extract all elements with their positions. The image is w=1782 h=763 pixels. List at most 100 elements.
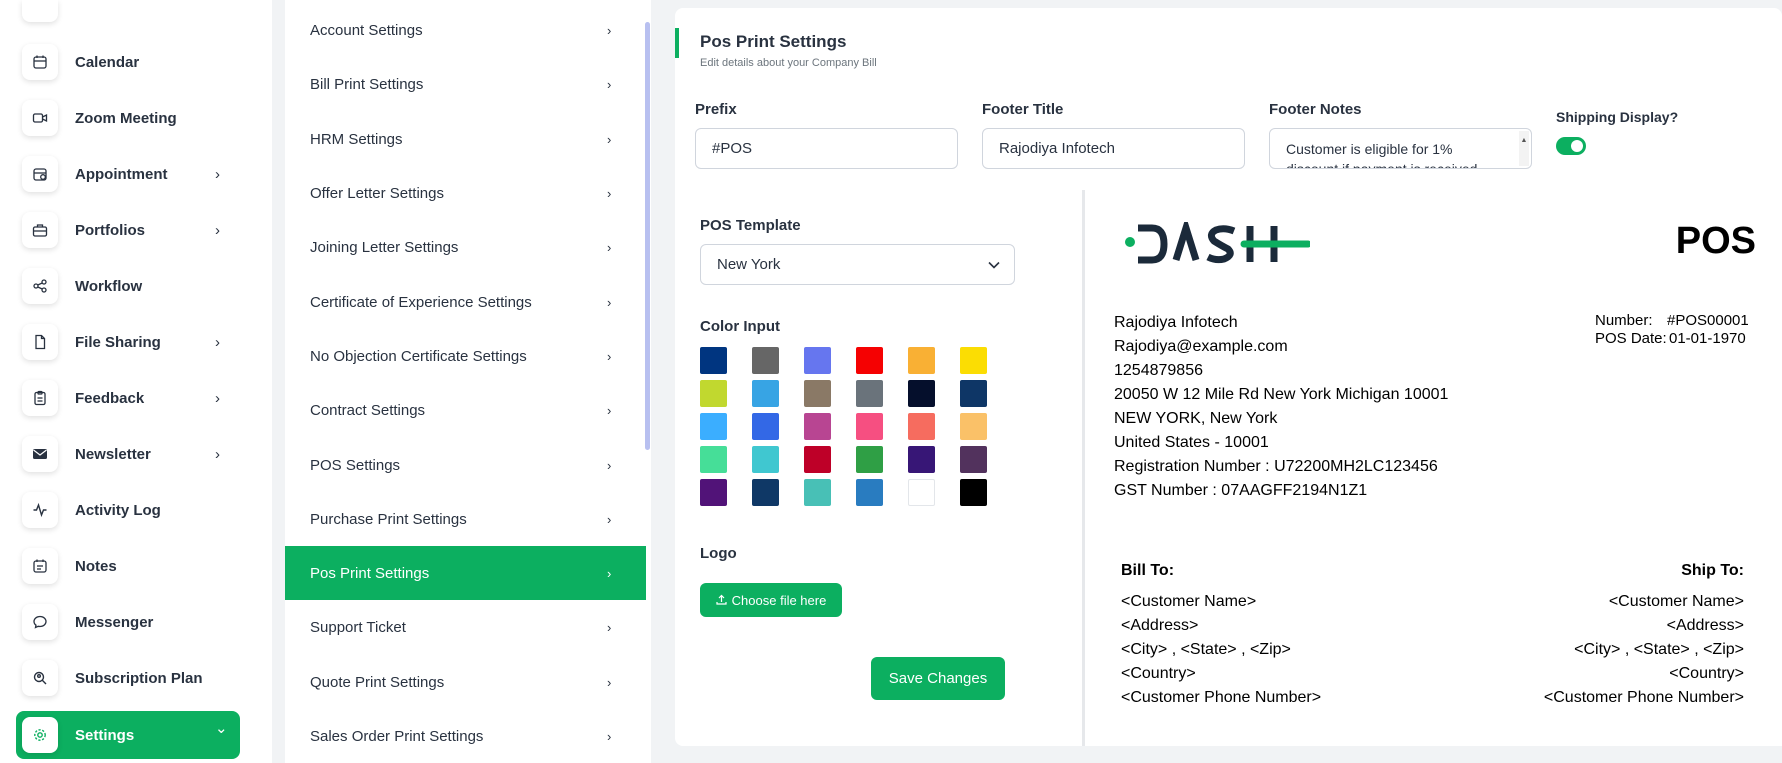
prefix-input[interactable]: #POS xyxy=(695,128,958,169)
color-swatch[interactable] xyxy=(856,413,883,440)
menu-item-pos-settings[interactable]: POS Settings › xyxy=(285,438,646,492)
color-swatch[interactable] xyxy=(700,446,727,473)
menu-item-contract-settings[interactable]: Contract Settings › xyxy=(285,383,646,437)
menu-item-label: Offer Letter Settings xyxy=(310,184,444,202)
prefix-label: Prefix xyxy=(695,101,737,118)
sidebar-item-partial[interactable] xyxy=(22,0,58,22)
color-swatch[interactable] xyxy=(856,347,883,374)
color-swatch[interactable] xyxy=(804,380,831,407)
chevron-right-icon: › xyxy=(215,445,220,463)
color-swatch[interactable] xyxy=(856,446,883,473)
menu-scrollbar[interactable] xyxy=(645,22,650,450)
chevron-right-icon: › xyxy=(607,348,612,364)
sidebar-item-portfolios[interactable]: Portfolios › xyxy=(16,206,240,254)
menu-item-label: Sales Order Print Settings xyxy=(310,727,484,745)
color-swatch[interactable] xyxy=(908,413,935,440)
footer-title-input[interactable]: Rajodiya Infotech xyxy=(982,128,1245,169)
menu-item-label: Certificate of Experience Settings xyxy=(310,293,532,311)
chevron-right-icon: › xyxy=(607,76,612,92)
menu-item-purchase-print-settings[interactable]: Purchase Print Settings › xyxy=(285,492,646,546)
color-swatch[interactable] xyxy=(752,446,779,473)
sidebar-item-feedback[interactable]: Feedback › xyxy=(16,374,240,422)
company-name: Rajodiya Infotech xyxy=(1114,314,1238,331)
sidebar-item-subscription-plan[interactable]: Subscription Plan xyxy=(16,654,240,702)
company-city: NEW YORK, New York xyxy=(1114,410,1278,427)
footer-notes-label: Footer Notes xyxy=(1269,101,1362,118)
clipboard-icon xyxy=(22,380,58,416)
sidebar-item-calendar[interactable]: Calendar xyxy=(16,38,240,86)
menu-item-offer-letter-settings[interactable]: Offer Letter Settings › xyxy=(285,166,646,220)
color-swatch[interactable] xyxy=(752,347,779,374)
menu-item-pos-print-settings[interactable]: Pos Print Settings › xyxy=(285,546,646,600)
chevron-right-icon: › xyxy=(215,333,220,351)
pos-template-select[interactable]: New York xyxy=(700,244,1015,285)
textarea-scrollbar[interactable]: ▲ xyxy=(1519,131,1529,166)
color-swatch[interactable] xyxy=(908,347,935,374)
sidebar-item-appointment[interactable]: Appointment › xyxy=(16,150,240,198)
menu-item-support-ticket[interactable]: Support Ticket › xyxy=(285,600,646,654)
chevron-right-icon: › xyxy=(215,165,220,183)
ship-to-line: <Address> xyxy=(1666,617,1744,634)
company-email: Rajodiya@example.com xyxy=(1114,338,1288,355)
settings-menu: Account Settings › Bill Print Settings › H… xyxy=(285,0,651,763)
color-swatch[interactable] xyxy=(752,479,779,506)
color-swatch[interactable] xyxy=(908,479,935,506)
sidebar-item-label: Activity Log xyxy=(75,501,161,519)
calendar-icon xyxy=(22,44,58,80)
chevron-right-icon: › xyxy=(607,185,612,201)
chevron-right-icon: › xyxy=(607,674,612,690)
menu-item-label: Support Ticket xyxy=(310,618,406,636)
color-swatch[interactable] xyxy=(908,446,935,473)
color-swatch[interactable] xyxy=(960,413,987,440)
pos-number-value: #POS00001 xyxy=(1667,312,1749,329)
color-swatch[interactable] xyxy=(700,413,727,440)
menu-item-account-settings[interactable]: Account Settings › xyxy=(285,3,646,57)
company-gst: GST Number : 07AAGFF2194N1Z1 xyxy=(1114,482,1368,499)
pos-number-label: Number: xyxy=(1595,312,1653,329)
color-swatch[interactable] xyxy=(804,479,831,506)
menu-item-noc-settings[interactable]: No Objection Certificate Settings › xyxy=(285,329,646,383)
logo-label: Logo xyxy=(700,545,737,562)
color-swatch[interactable] xyxy=(804,446,831,473)
sidebar-item-file-sharing[interactable]: File Sharing › xyxy=(16,318,240,366)
sidebar-item-label: Zoom Meeting xyxy=(75,109,177,127)
sidebar-item-notes[interactable]: Notes xyxy=(16,542,240,590)
color-swatch[interactable] xyxy=(700,380,727,407)
ship-to-line: <Country> xyxy=(1669,665,1744,682)
color-swatch[interactable] xyxy=(960,380,987,407)
sidebar-item-messenger[interactable]: Messenger xyxy=(16,598,240,646)
sidebar-item-newsletter[interactable]: Newsletter › xyxy=(16,430,240,478)
sidebar-item-settings[interactable]: Settings ⌄ xyxy=(16,711,240,759)
color-swatch[interactable] xyxy=(752,380,779,407)
color-swatch[interactable] xyxy=(804,413,831,440)
sidebar-item-label: Messenger xyxy=(75,613,154,631)
sidebar-item-workflow[interactable]: Workflow xyxy=(16,262,240,310)
sidebar-item-zoom-meeting[interactable]: Zoom Meeting xyxy=(16,94,240,142)
menu-item-joining-letter-settings[interactable]: Joining Letter Settings › xyxy=(285,220,646,274)
card-subtitle: Edit details about your Company Bill xyxy=(700,57,877,69)
color-swatch[interactable] xyxy=(804,347,831,374)
color-swatch[interactable] xyxy=(856,479,883,506)
save-changes-button[interactable]: Save Changes xyxy=(871,657,1005,700)
sidebar-item-activity-log[interactable]: Activity Log xyxy=(16,486,240,534)
color-swatch[interactable] xyxy=(960,347,987,374)
shipping-display-toggle[interactable] xyxy=(1556,137,1586,155)
choose-file-button[interactable]: Choose file here xyxy=(700,583,842,617)
color-swatch[interactable] xyxy=(908,380,935,407)
menu-item-sales-order-print-settings[interactable]: Sales Order Print Settings › xyxy=(285,709,646,763)
color-swatch[interactable] xyxy=(752,413,779,440)
menu-item-quote-print-settings[interactable]: Quote Print Settings › xyxy=(285,655,646,709)
menu-item-experience-certificate-settings[interactable]: Certificate of Experience Settings › xyxy=(285,275,646,329)
bill-to-line: <Country> xyxy=(1121,665,1196,682)
chat-icon xyxy=(22,604,58,640)
menu-item-bill-print-settings[interactable]: Bill Print Settings › xyxy=(285,57,646,111)
color-swatch[interactable] xyxy=(700,479,727,506)
menu-item-hrm-settings[interactable]: HRM Settings › xyxy=(285,112,646,166)
chevron-right-icon: › xyxy=(607,728,612,744)
color-swatch[interactable] xyxy=(960,446,987,473)
pos-template-value: New York xyxy=(717,256,781,273)
footer-notes-textarea[interactable]: Customer is eligible for 1% discount if … xyxy=(1269,128,1532,169)
color-swatch[interactable] xyxy=(700,347,727,374)
color-swatch[interactable] xyxy=(960,479,987,506)
color-swatch[interactable] xyxy=(856,380,883,407)
